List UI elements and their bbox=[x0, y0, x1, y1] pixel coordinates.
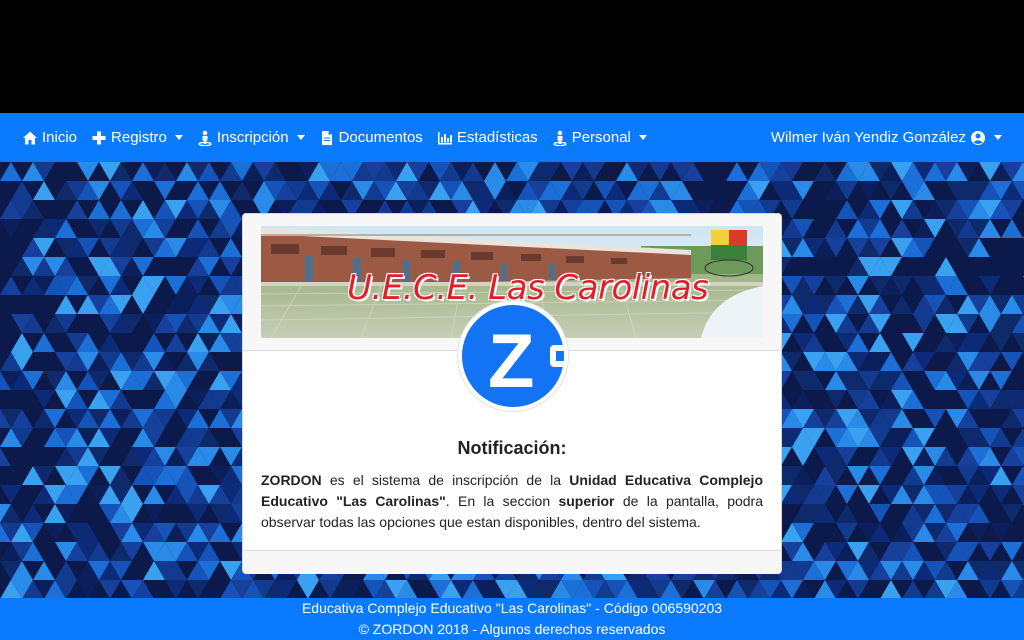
footer-line-1: Educativa Complejo Educativo "Las Caroli… bbox=[301, 600, 723, 616]
notification-card: U.E.C.E. Las Carolinas Z Notificación: Z… bbox=[242, 213, 782, 574]
nav-label-documentos: Documentos bbox=[338, 129, 423, 146]
text-part-4: . En la seccion bbox=[445, 493, 559, 509]
page-footer: Educativa Complejo Educativo "Las Caroli… bbox=[0, 598, 1024, 640]
text-superior: superior bbox=[558, 493, 615, 509]
nav-label-inicio: Inicio bbox=[42, 129, 78, 146]
nav-item-documentos[interactable]: Documentos bbox=[319, 129, 423, 146]
nav-item-personal[interactable]: Personal bbox=[552, 129, 647, 146]
notification-text: ZORDON es el sistema de inscripción de l… bbox=[261, 470, 763, 533]
footer-line-2: © ZORDON 2018 - Algunos derechos reserva… bbox=[358, 621, 666, 637]
bar-chart-icon bbox=[437, 131, 452, 144]
chevron-down-icon bbox=[296, 135, 305, 140]
notification-title: Notificación: bbox=[457, 438, 567, 458]
user-name: Wilmer Iván Yendiz González bbox=[770, 129, 966, 146]
person-icon bbox=[198, 130, 212, 146]
file-icon bbox=[321, 130, 332, 145]
chevron-down-icon bbox=[994, 135, 1002, 140]
chevron-down-icon bbox=[174, 135, 183, 140]
person-icon bbox=[553, 130, 567, 146]
home-icon bbox=[23, 131, 37, 144]
user-circle-icon bbox=[971, 130, 985, 145]
main-navbar: Inicio Registro Inscripción Documentos E… bbox=[0, 113, 1024, 162]
zordon-logo-inner: Z bbox=[462, 305, 564, 407]
nav-label-registro: Registro bbox=[111, 129, 167, 146]
text-zordon: ZORDON bbox=[261, 472, 322, 488]
card-footer bbox=[243, 550, 781, 574]
plus-icon bbox=[92, 131, 106, 144]
text-part-2: es el sistema de inscripción de la bbox=[321, 472, 570, 488]
zordon-logo-letter: Z bbox=[488, 319, 534, 404]
nav-label-inscripcion: Inscripción bbox=[216, 129, 289, 146]
user-menu[interactable]: Wilmer Iván Yendiz González bbox=[771, 129, 1002, 146]
chevron-down-icon bbox=[638, 135, 647, 140]
nav-item-registro[interactable]: Registro bbox=[91, 129, 183, 146]
nav-item-inicio[interactable]: Inicio bbox=[22, 129, 77, 146]
nav-label-personal: Personal bbox=[571, 129, 631, 146]
nav-label-estadisticas: Estadísticas bbox=[456, 129, 538, 146]
nav-item-estadisticas[interactable]: Estadísticas bbox=[437, 129, 538, 146]
nav-item-inscripcion[interactable]: Inscripción bbox=[197, 129, 305, 146]
zordon-logo: Z bbox=[457, 300, 569, 412]
top-black-area bbox=[0, 0, 1024, 113]
